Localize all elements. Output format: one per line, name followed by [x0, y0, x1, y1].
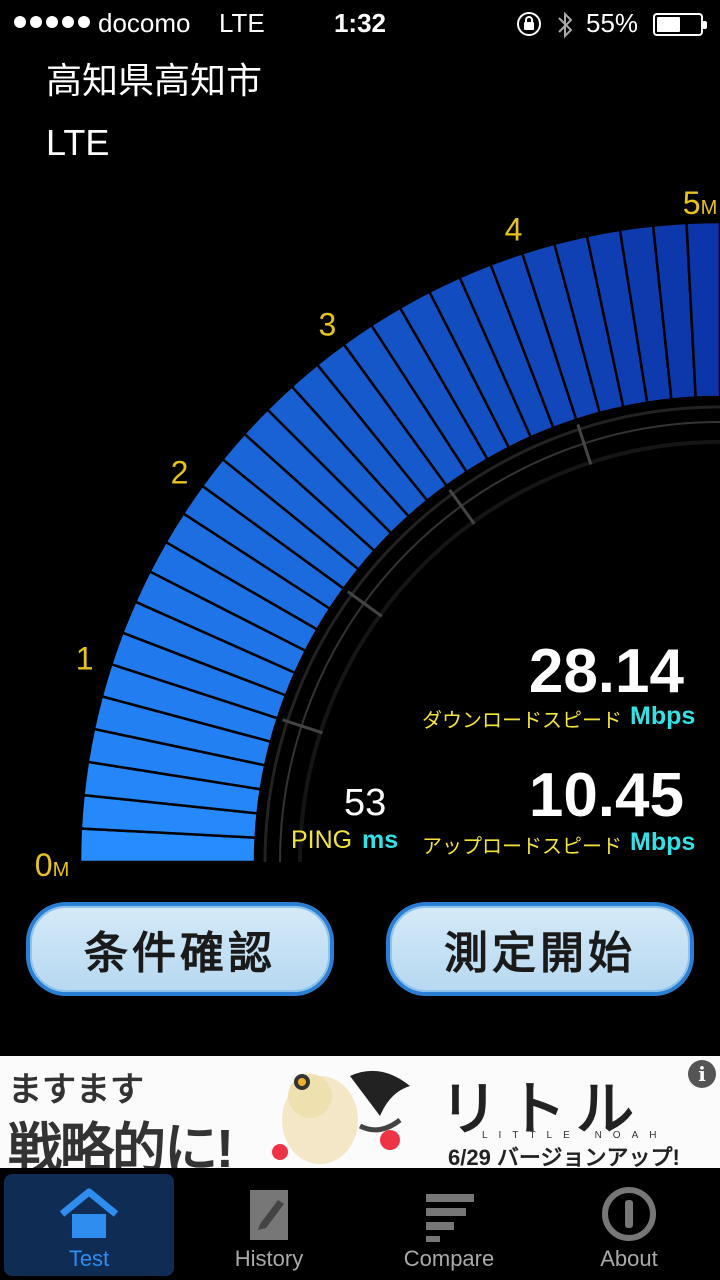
download-speed-value: 28.14 [528, 637, 684, 706]
gauge-tick-label: 4 [505, 212, 523, 248]
ping-unit: ms [362, 826, 399, 854]
location-label: 高知県高知市 [46, 60, 263, 101]
gauge-tick-label: 3 [318, 307, 336, 343]
tab-bar: Test History Compare About [0, 1170, 720, 1280]
ping-value: 53 [344, 782, 387, 824]
gauge-tick-mark [346, 590, 383, 618]
connection-type-label: LTE [46, 122, 110, 163]
ping-label: PING [291, 826, 353, 854]
tab-compare-label: Compare [403, 1246, 495, 1271]
check-conditions-button[interactable]: 条件確認 [26, 902, 334, 996]
battery-percent: 55% [586, 8, 639, 38]
download-speed-caption: ダウンロードスピード [422, 710, 622, 732]
ad-info-icon[interactable]: i [688, 1060, 716, 1088]
gauge-tick-label: 2 [171, 454, 189, 490]
battery-icon [653, 13, 707, 36]
tab-test-label: Test [68, 1246, 110, 1271]
gauge-tick-mark [448, 488, 476, 525]
download-speed-unit: Mbps [630, 702, 696, 730]
tab-history-label: History [234, 1246, 304, 1271]
gauge-tick-label: 0M [35, 847, 69, 880]
upload-speed-unit: Mbps [630, 828, 696, 856]
info-icon [602, 1187, 656, 1241]
history-icon [250, 1190, 288, 1240]
tab-compare[interactable]: Compare [364, 1174, 534, 1276]
rotation-lock-icon [517, 12, 541, 36]
compare-icon [426, 1194, 474, 1242]
status-bar: docomo LTE 1:32 55% [0, 0, 720, 50]
ad-version-note: 6/29 バージョンアップ! [448, 1145, 680, 1168]
bluetooth-icon [558, 11, 573, 39]
battery-fill [657, 17, 680, 32]
home-icon [59, 1188, 119, 1238]
ad-tagline-2: 戦略的に! [8, 1119, 234, 1168]
upload-speed-value: 10.45 [528, 761, 684, 830]
tab-test[interactable]: Test [4, 1174, 174, 1276]
tab-about[interactable]: About [544, 1174, 714, 1276]
ad-character-illustration [272, 1070, 410, 1164]
tab-about-label: About [600, 1246, 658, 1271]
gauge-tick-label: 1 [76, 641, 94, 677]
upload-speed-caption: アップロードスピード [422, 836, 622, 858]
gauge-tick-label: 5M [683, 185, 717, 221]
ad-banner[interactable]: ますます 戦略的に! リトル ノア LITTLE NOAH 6/29 バージョン… [0, 1056, 720, 1168]
tab-history[interactable]: History [184, 1174, 354, 1276]
start-test-button[interactable]: 測定開始 [386, 902, 694, 996]
